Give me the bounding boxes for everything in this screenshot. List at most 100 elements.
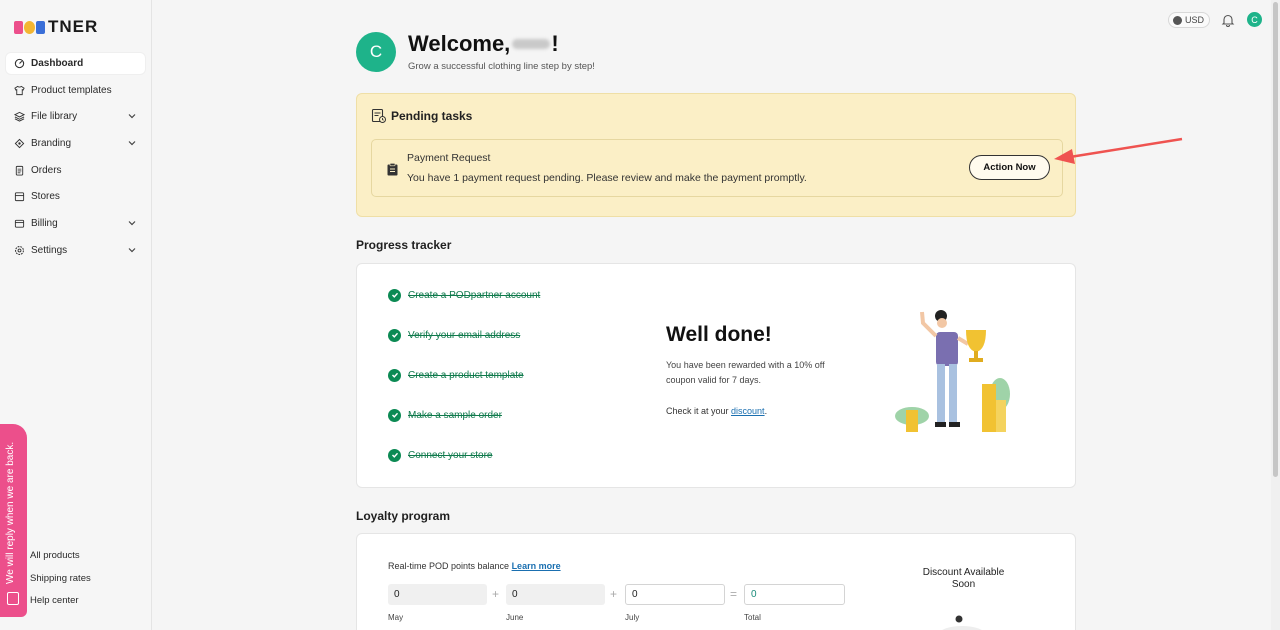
check-circle-icon (388, 448, 401, 462)
points-field-july[interactable]: 0 (625, 584, 725, 605)
points-label-may: May (388, 613, 404, 622)
points-label-july: July (625, 613, 640, 622)
pending-tasks-label: Pending tasks (391, 109, 473, 123)
chevron-down-icon[interactable] (127, 245, 137, 255)
logo-p-block (14, 20, 23, 34)
progress-step-label: Create a PODpartner account (408, 289, 541, 301)
sidebar-item-label: Branding (31, 138, 72, 150)
equals-operator: = (730, 587, 738, 601)
chevron-down-icon[interactable] (127, 138, 137, 148)
progress-steps: Create a PODpartner account Verify your … (388, 288, 540, 488)
chevron-down-icon[interactable] (127, 218, 137, 228)
sidebar-item-product-templates[interactable]: Product templates (6, 80, 145, 101)
welcome-exclaim: ! (551, 31, 559, 56)
sidebar-item-stores[interactable]: Stores (6, 186, 145, 207)
points-field-june[interactable]: 0 (506, 584, 605, 605)
loyalty-program-title: Loyalty program (356, 509, 451, 523)
reward-text: You have been rewarded with a 10% off co… (666, 360, 825, 385)
pending-tasks-panel: Pending tasks Payment Request You have 1… (356, 93, 1076, 217)
sidebar-item-label: Dashboard (31, 58, 84, 69)
plus-operator: + (492, 587, 500, 601)
check-prefix: Check it at your (666, 406, 732, 416)
progress-step-label: Verify your email address (408, 329, 521, 341)
sidebar-item-file-library[interactable]: File library (6, 106, 145, 127)
discount-link[interactable]: discount (731, 406, 765, 416)
page-subtitle: Grow a successful clothing line step by … (408, 61, 595, 72)
loyalty-program-card: Real-time POD points balance Learn more … (356, 533, 1076, 630)
progress-step-label: Connect your store (408, 449, 493, 461)
progress-step[interactable]: Create a PODpartner account (388, 288, 540, 302)
progress-tracker-title: Progress tracker (356, 238, 452, 252)
page-title: Welcome, ! (408, 31, 559, 57)
progress-tracker-card: Create a PODpartner account Verify your … (356, 263, 1076, 488)
progress-step[interactable]: Verify your email address (388, 328, 540, 342)
welcome-avatar: C (356, 32, 396, 72)
sidebar-item-label: Settings (31, 244, 68, 256)
points-balance-note: Real-time POD points balance Learn more (388, 561, 561, 571)
page-scrollbar[interactable] (1271, 0, 1280, 630)
dashboard-icon (14, 58, 25, 69)
user-avatar[interactable]: C (1247, 12, 1262, 27)
gear-icon (14, 245, 25, 256)
payment-request-task: Payment Request You have 1 payment reque… (371, 139, 1063, 197)
sidebar-item-dashboard[interactable]: Dashboard (6, 53, 145, 74)
logo-o-block (24, 20, 35, 34)
annotation-arrow (1054, 137, 1183, 164)
brand-logo[interactable]: TNER (14, 17, 98, 37)
chat-widget-tab[interactable]: We will reply when we are back. (0, 424, 27, 617)
scrollbar-thumb[interactable] (1273, 2, 1278, 477)
points-field-total[interactable]: 0 (744, 584, 845, 605)
sidebar-item-orders[interactable]: Orders (6, 160, 145, 181)
sidebar-item-label: File library (31, 111, 78, 123)
currency-icon (1173, 15, 1182, 25)
action-now-button[interactable]: Action Now (969, 155, 1050, 180)
task-list-icon (371, 108, 386, 123)
currency-selector[interactable]: USD (1168, 12, 1210, 28)
sidebar-item-label: Product templates (31, 84, 112, 96)
check-circle-icon (388, 328, 401, 342)
clipboard-icon (387, 163, 398, 176)
tag-icon (14, 138, 25, 149)
sidebar-nav: Dashboard Product templates File library… (6, 53, 145, 267)
progress-step-label: Make a sample order (408, 409, 502, 421)
logo-d-block (36, 20, 45, 34)
progress-step[interactable]: Make a sample order (388, 408, 540, 422)
chevron-down-icon[interactable] (127, 111, 137, 121)
progress-step-label: Create a product template (408, 369, 524, 381)
plus-operator: + (610, 587, 618, 601)
check-circle-icon (388, 368, 401, 382)
pending-tasks-title: Pending tasks (371, 108, 472, 124)
points-field-may[interactable]: 0 (388, 584, 487, 605)
learn-more-link[interactable]: Learn more (512, 561, 561, 571)
sidebar-item-label: Stores (31, 191, 60, 203)
bell-icon[interactable] (1221, 13, 1235, 27)
trophy-celebration-illustration (895, 310, 1010, 432)
all-products-link[interactable]: All products (30, 550, 91, 573)
wallet-icon (14, 218, 25, 229)
sidebar-item-label: Billing (31, 218, 58, 230)
check-circle-icon (388, 408, 401, 422)
well-done-heading: Well done! (666, 323, 772, 346)
discount-available-text: Discount Available Soon (922, 567, 1005, 590)
loyalty-illustration (942, 615, 982, 630)
shirt-icon (14, 85, 25, 96)
shipping-rates-link[interactable]: Shipping rates (30, 573, 91, 596)
sidebar-item-settings[interactable]: Settings (6, 240, 145, 261)
sidebar-bottom-links: All products Shipping rates Help center (30, 550, 91, 618)
chat-status-text: We will reply when we are back. (5, 441, 16, 584)
currency-label: USD (1185, 15, 1205, 25)
points-note-text: Real-time POD points balance (388, 561, 512, 571)
check-discount-text: Check it at your discount. (666, 406, 767, 416)
sidebar-item-branding[interactable]: Branding (6, 133, 145, 154)
progress-step[interactable]: Create a product template (388, 368, 540, 382)
redacted-username (512, 39, 551, 49)
progress-step[interactable]: Connect your store (388, 448, 540, 462)
task-description: You have 1 payment request pending. Plea… (407, 172, 807, 184)
points-label-total: Total (744, 613, 761, 622)
help-center-link[interactable]: Help center (30, 595, 91, 618)
check-circle-icon (388, 288, 401, 302)
sidebar-item-billing[interactable]: Billing (6, 213, 145, 234)
layers-icon (14, 111, 25, 122)
store-icon (14, 191, 25, 202)
task-title: Payment Request (407, 152, 491, 164)
